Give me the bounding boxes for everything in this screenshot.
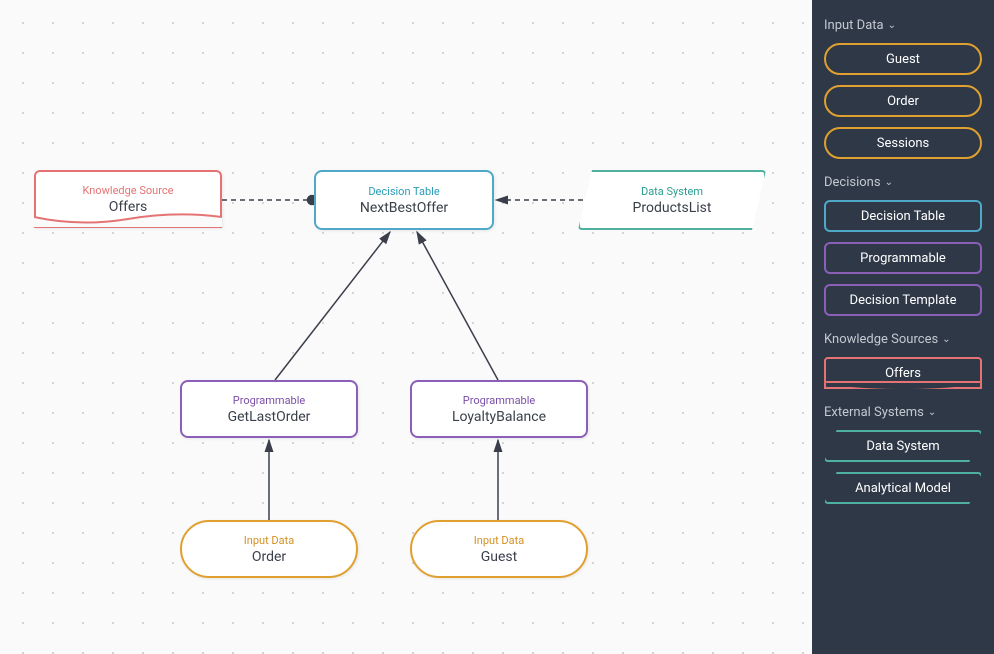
node-label: GetLastOrder bbox=[228, 409, 311, 425]
node-label: Guest bbox=[481, 549, 517, 565]
node-inputdata-order[interactable]: Input Data Order bbox=[180, 520, 358, 578]
section-title: Input Data bbox=[824, 18, 884, 33]
diagram-canvas[interactable]: Knowledge Source Offers Decision Table N… bbox=[0, 0, 812, 654]
node-type-label: Input Data bbox=[474, 534, 524, 547]
node-type-label: Decision Table bbox=[368, 185, 439, 198]
node-label: LoyaltyBalance bbox=[452, 409, 546, 425]
node-label: Order bbox=[252, 549, 286, 565]
chevron-down-icon: ⌄ bbox=[888, 20, 896, 31]
chevron-down-icon: ⌄ bbox=[928, 407, 936, 418]
node-type-label: Programmable bbox=[463, 394, 535, 407]
section-title: Knowledge Sources bbox=[824, 332, 938, 347]
node-label: ProductsList bbox=[633, 200, 712, 216]
node-type-label: Programmable bbox=[233, 394, 305, 407]
section-header-external-systems[interactable]: External Systems ⌄ bbox=[824, 405, 982, 420]
palette-item-programmable[interactable]: Programmable bbox=[824, 242, 982, 274]
palette-item-decision-table[interactable]: Decision Table bbox=[824, 200, 982, 232]
node-programmable-getlastorder[interactable]: Programmable GetLastOrder bbox=[180, 380, 358, 438]
connectors-layer bbox=[0, 0, 812, 654]
node-datasystem-productslist[interactable]: Data System ProductsList bbox=[578, 170, 766, 230]
palette-item-sessions[interactable]: Sessions bbox=[824, 127, 982, 159]
palette-item-data-system[interactable]: Data System bbox=[824, 430, 982, 462]
palette-item-guest[interactable]: Guest bbox=[824, 43, 982, 75]
chevron-down-icon: ⌄ bbox=[885, 177, 893, 188]
palette-sidebar: Input Data ⌄ Guest Order Sessions Decisi… bbox=[812, 0, 994, 654]
palette-item-decision-template[interactable]: Decision Template bbox=[824, 284, 982, 316]
section-title: Decisions bbox=[824, 175, 881, 190]
palette-item-analytical-model[interactable]: Analytical Model bbox=[824, 472, 982, 504]
palette-item-order[interactable]: Order bbox=[824, 85, 982, 117]
chevron-down-icon: ⌄ bbox=[942, 334, 950, 345]
section-header-input-data[interactable]: Input Data ⌄ bbox=[824, 18, 982, 33]
node-type-label: Input Data bbox=[244, 534, 294, 547]
node-programmable-loyaltybalance[interactable]: Programmable LoyaltyBalance bbox=[410, 380, 588, 438]
node-type-label: Data System bbox=[641, 185, 703, 198]
section-title: External Systems bbox=[824, 405, 924, 420]
section-header-knowledge-sources[interactable]: Knowledge Sources ⌄ bbox=[824, 332, 982, 347]
section-header-decisions[interactable]: Decisions ⌄ bbox=[824, 175, 982, 190]
node-type-label: Knowledge Source bbox=[83, 184, 174, 197]
node-inputdata-guest[interactable]: Input Data Guest bbox=[410, 520, 588, 578]
node-decision-nextbestoffer[interactable]: Decision Table NextBestOffer bbox=[314, 170, 494, 230]
palette-item-offers[interactable]: Offers bbox=[824, 357, 982, 389]
node-knowledge-offers[interactable]: Knowledge Source Offers bbox=[34, 170, 222, 228]
node-label: NextBestOffer bbox=[360, 200, 448, 216]
